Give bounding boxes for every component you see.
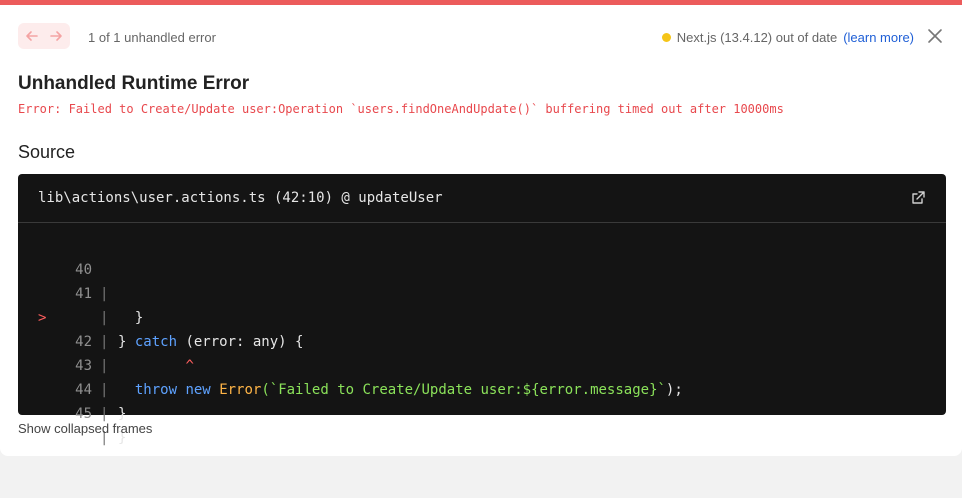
status-dot-icon: [661, 33, 671, 42]
code-frame-header: lib\actions\user.actions.ts (42:10) @ up…: [18, 174, 946, 223]
code-line-43: 43 | }: [18, 330, 946, 422]
code-line-44: 44 | }: [18, 354, 946, 446]
code-line-caret: | ^: [18, 306, 946, 374]
error-title: Unhandled Runtime Error: [18, 73, 250, 94]
previous-error-button[interactable]: [22, 26, 42, 46]
overlay-topbar: 1 of 1 unhandled error Next.js (13.4.12)…: [18, 23, 944, 53]
error-navigation: [18, 23, 70, 49]
show-collapsed-frames-button[interactable]: Show collapsed frames: [18, 421, 152, 436]
code-frame: lib\actions\user.actions.ts (42:10) @ up…: [18, 174, 946, 446]
close-icon[interactable]: [926, 27, 944, 45]
code-line-42-highlighted: > 42 | throw new Error(`Failed to Create…: [18, 282, 946, 398]
arrow-left-icon: [26, 31, 38, 41]
code-lines: 40 | } 41 | } catch (error: any) { > 42 …: [18, 234, 946, 446]
arrow-right-icon: [50, 31, 62, 41]
next-error-button[interactable]: [46, 26, 66, 46]
error-counter: 1 of 1 unhandled error: [88, 30, 216, 45]
version-label: Next.js (13.4.12) out of date: [676, 30, 838, 45]
source-file-location[interactable]: lib\actions\user.actions.ts (42:10) @ up…: [38, 190, 443, 206]
version-staleness-indicator: Next.js (13.4.12) out of date (learn mor…: [661, 30, 914, 45]
code-line-45: 45 |: [18, 378, 946, 446]
code-line-40: 40 | }: [18, 234, 946, 326]
code-line-41: 41 | } catch (error: any) {: [18, 258, 946, 350]
error-message: Error: Failed to Create/Update user:Oper…: [18, 102, 784, 116]
source-heading: Source: [18, 142, 76, 162]
learn-more-link[interactable]: (learn more): [843, 30, 914, 45]
error-overlay-dialog: 1 of 1 unhandled error Next.js (13.4.12)…: [0, 0, 962, 456]
open-in-editor-icon[interactable]: [910, 190, 926, 206]
